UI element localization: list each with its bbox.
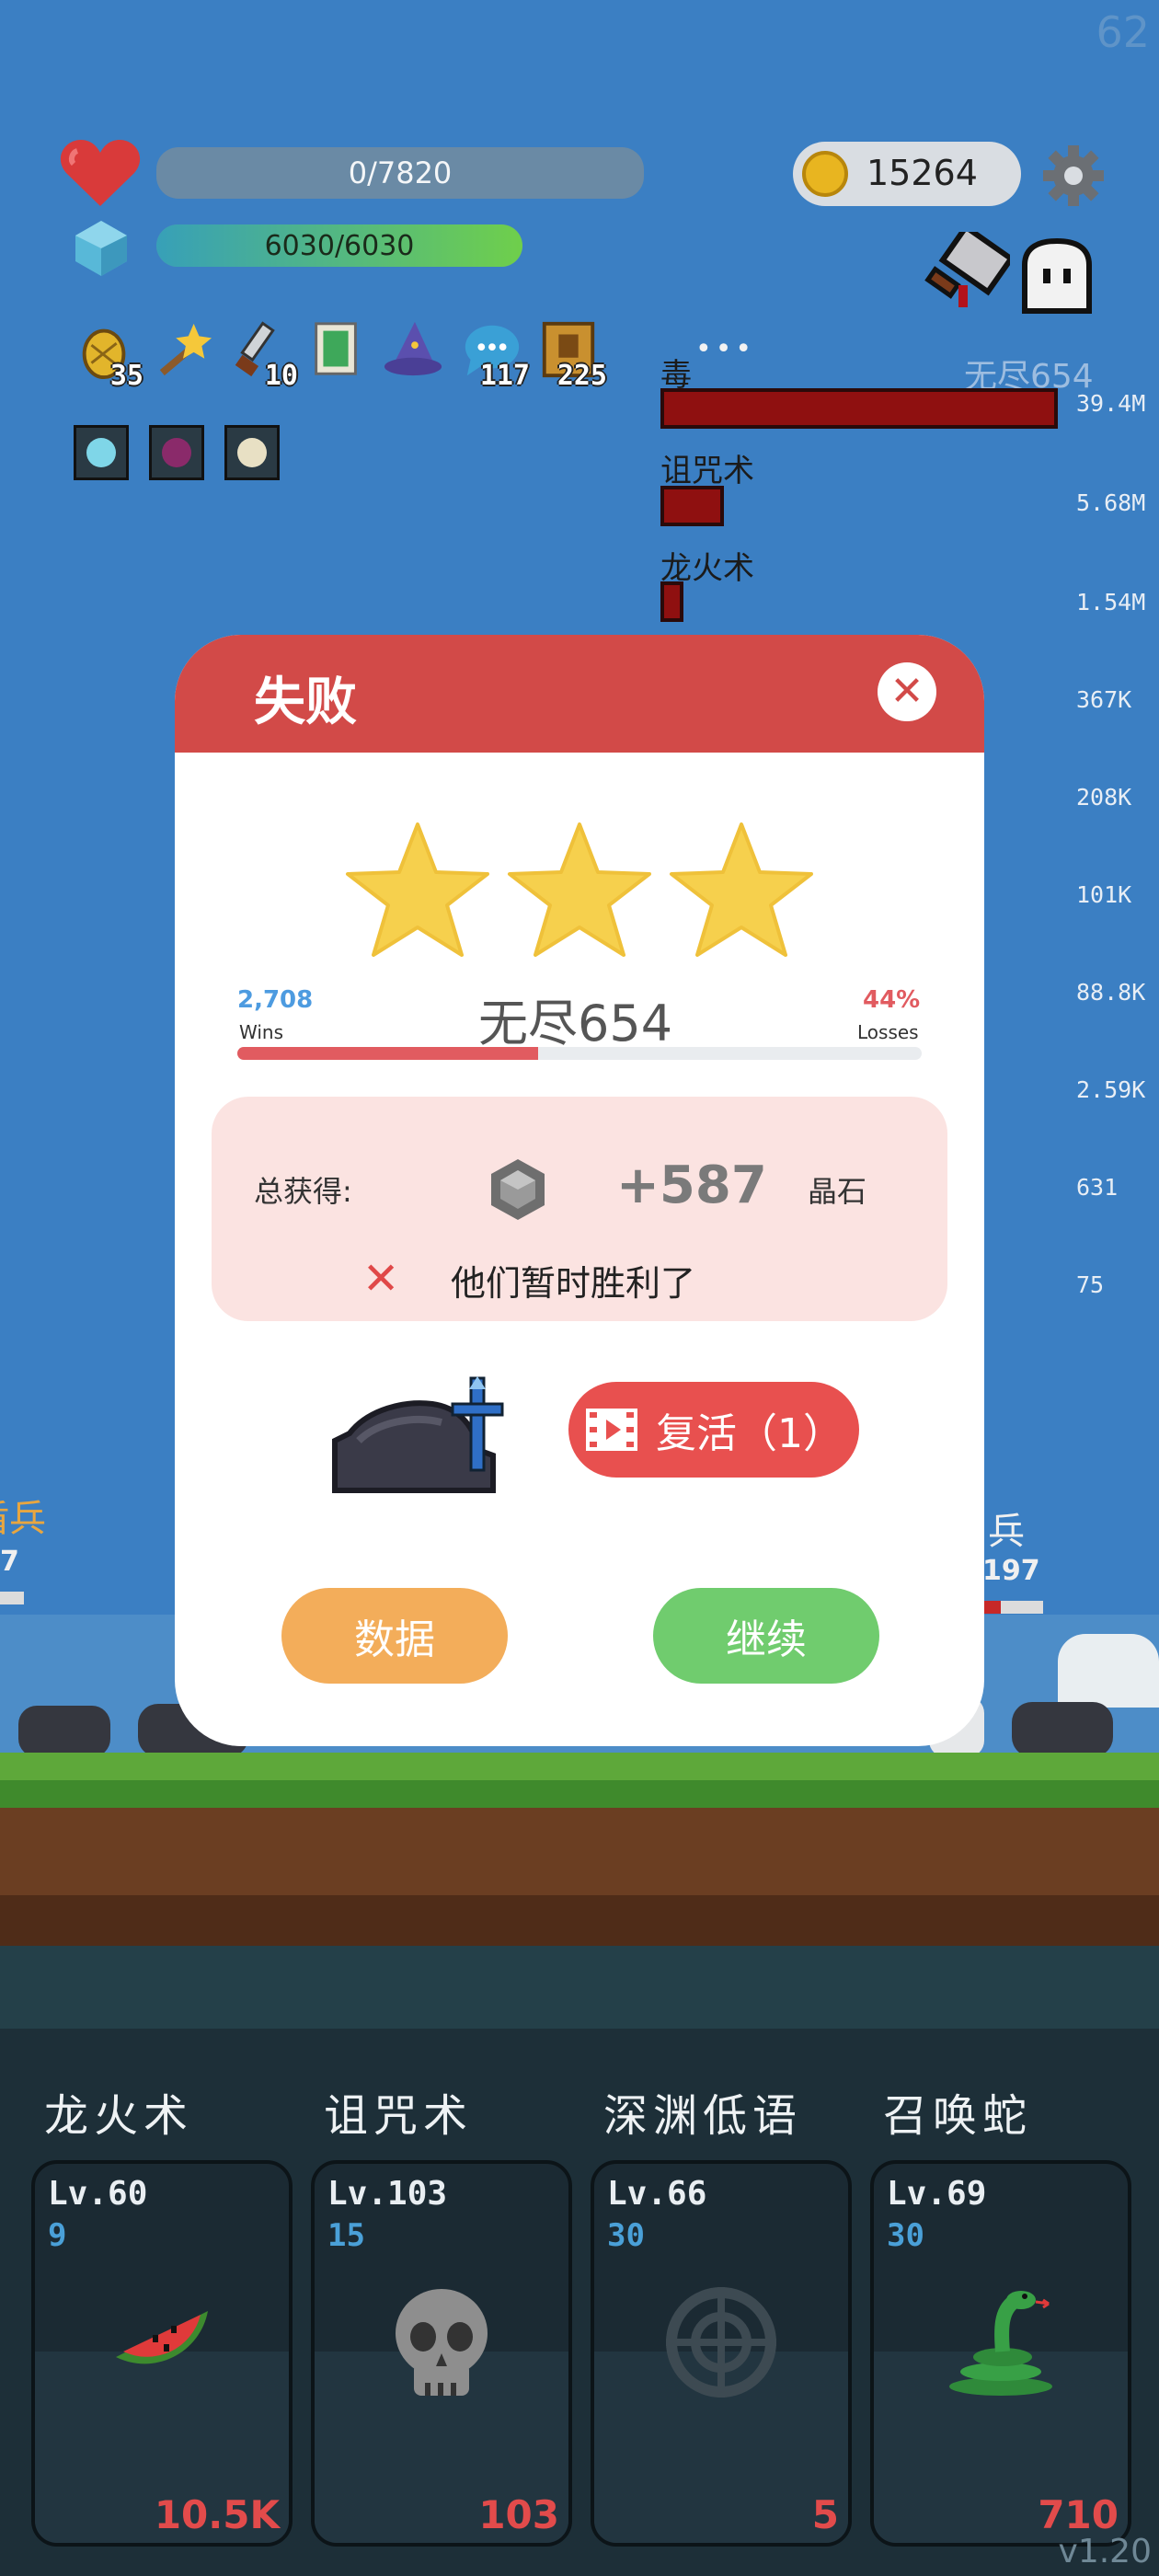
buff-bar	[74, 425, 294, 484]
status-text: 他们暂时胜利了	[451, 1263, 696, 1304]
cleaver-icon[interactable]	[922, 223, 1016, 316]
stage-name: 无尽654	[478, 995, 673, 1052]
dialog-title: 失败	[254, 673, 357, 732]
skill-value: 710	[1038, 2492, 1119, 2537]
skill-value: 5	[811, 2492, 839, 2537]
mana-text: 6030/6030	[264, 229, 415, 262]
mana-bar: 6030/6030	[156, 224, 522, 267]
skill-level: Lv.103	[327, 2175, 448, 2213]
health-bar: 0/7820	[156, 147, 644, 199]
enemy-label-left: 盾兵	[0, 1498, 46, 1540]
close-button[interactable]: ✕	[878, 662, 936, 721]
skill-cost: 30	[887, 2217, 924, 2254]
skill-card[interactable]: Lv.60 9 10.5K	[31, 2160, 293, 2547]
enemy-count-right: 197	[982, 1555, 1040, 1587]
skill-cost: 15	[327, 2217, 365, 2254]
skill-value: 10.5K	[154, 2492, 280, 2537]
wizard-hat-icon[interactable]	[383, 318, 445, 381]
revive-button[interactable]: 复活（1）	[568, 1382, 859, 1478]
skill-cost: 30	[607, 2217, 645, 2254]
health-text: 0/7820	[348, 155, 453, 190]
item-count: 117	[479, 360, 530, 392]
item-count: 10	[264, 360, 298, 392]
close-icon: ✕	[889, 668, 924, 715]
star-icon	[508, 822, 651, 957]
coin-counter: 15264	[793, 142, 1021, 206]
continue-button[interactable]: 继续	[653, 1588, 879, 1684]
speech-bubble-icon[interactable]: 117	[460, 318, 530, 392]
video-ad-icon	[584, 1407, 639, 1453]
crystal-icon	[74, 219, 129, 278]
deep-dirt-layer	[0, 1895, 1159, 1946]
item-inventory: 35 10 117 225	[74, 318, 625, 401]
star-rating	[344, 821, 822, 959]
tombstone-sword-icon	[331, 1376, 524, 1494]
version-label: v1.20	[1058, 2533, 1152, 2570]
skill-level: Lv.66	[607, 2175, 707, 2213]
reward-label: 总获得:	[254, 1174, 352, 1209]
enemy-hp-bar	[982, 1601, 1043, 1614]
spellbook-icon[interactable]: 225	[537, 318, 607, 392]
win-loss-progress-fill	[237, 1047, 538, 1060]
skill-value: 103	[478, 2492, 559, 2537]
skill-title: 召唤蛇	[883, 2090, 1033, 2142]
heart-icon	[59, 136, 142, 210]
enemy-label-right: 兵	[988, 1511, 1025, 1553]
data-button-label: 数据	[354, 1616, 435, 1663]
enemy-count-left: 7	[0, 1546, 19, 1578]
reward-panel: 总获得: +587 晶石 ✕ 他们暂时胜利了	[212, 1097, 947, 1321]
reward-unit: 晶石	[808, 1174, 867, 1209]
gem-icon	[488, 1157, 548, 1222]
wins-label: Wins	[239, 1021, 283, 1043]
settings-gear-icon[interactable]	[1041, 144, 1106, 208]
item-count: 225	[557, 360, 607, 392]
losses-percent: 44%	[863, 986, 921, 1014]
coin-amount: 15264	[866, 153, 978, 193]
skill-cost: 9	[48, 2217, 67, 2254]
defeat-dialog: 失败 ✕ 2,708 Wins 无尽654 44% Losses 总获得: +5…	[175, 635, 984, 1746]
item-count: 35	[109, 360, 143, 392]
sun-buff-icon[interactable]	[224, 425, 280, 480]
wins-count: 2,708	[237, 986, 314, 1014]
fps-counter: 62	[1096, 7, 1150, 57]
revive-label: 复活（1）	[656, 1410, 843, 1457]
glowing-buff-icon[interactable]	[74, 425, 129, 480]
dagger-icon[interactable]: 10	[228, 318, 298, 392]
green-book-icon[interactable]	[305, 318, 368, 381]
pineapple-icon[interactable]: 35	[74, 318, 143, 392]
skill-card[interactable]: Lv.66 30 5	[591, 2160, 852, 2547]
skill-card[interactable]: Lv.103 15 103	[311, 2160, 572, 2547]
skill-title: 龙火术	[44, 2090, 194, 2142]
magic-wand-icon[interactable]	[151, 318, 213, 381]
star-icon	[346, 822, 489, 957]
demon-buff-icon[interactable]	[149, 425, 204, 480]
snake-icon	[949, 2291, 1052, 2396]
ghost-icon[interactable]	[1017, 237, 1096, 315]
losses-label: Losses	[857, 1021, 919, 1043]
watermelon-icon	[116, 2311, 208, 2364]
skill-level: Lv.69	[887, 2175, 987, 2213]
reward-amount: +587	[616, 1156, 767, 1215]
grass-edge	[0, 1780, 1159, 1808]
skull-icon	[396, 2289, 488, 2396]
skill-bar: 龙火术 Lv.60 9 10.5K 诅咒术 Lv.103 15 103 深渊低语 Lv.66 30 5…	[0, 2079, 1159, 2558]
skill-title: 诅咒术	[324, 2090, 474, 2142]
panel-top-band	[0, 1946, 1159, 2029]
crosshair-icon	[666, 2287, 776, 2398]
coin-icon	[802, 151, 848, 197]
fail-x-icon: ✕	[362, 1253, 400, 1305]
skill-card[interactable]: Lv.69 30 710	[870, 2160, 1131, 2547]
continue-button-label: 继续	[726, 1616, 807, 1663]
star-icon	[670, 822, 813, 957]
skill-title: 深渊低语	[603, 2090, 803, 2142]
skill-level: Lv.60	[48, 2175, 148, 2213]
data-button[interactable]: 数据	[281, 1588, 508, 1684]
enemy-hp-bar-left	[0, 1592, 24, 1604]
